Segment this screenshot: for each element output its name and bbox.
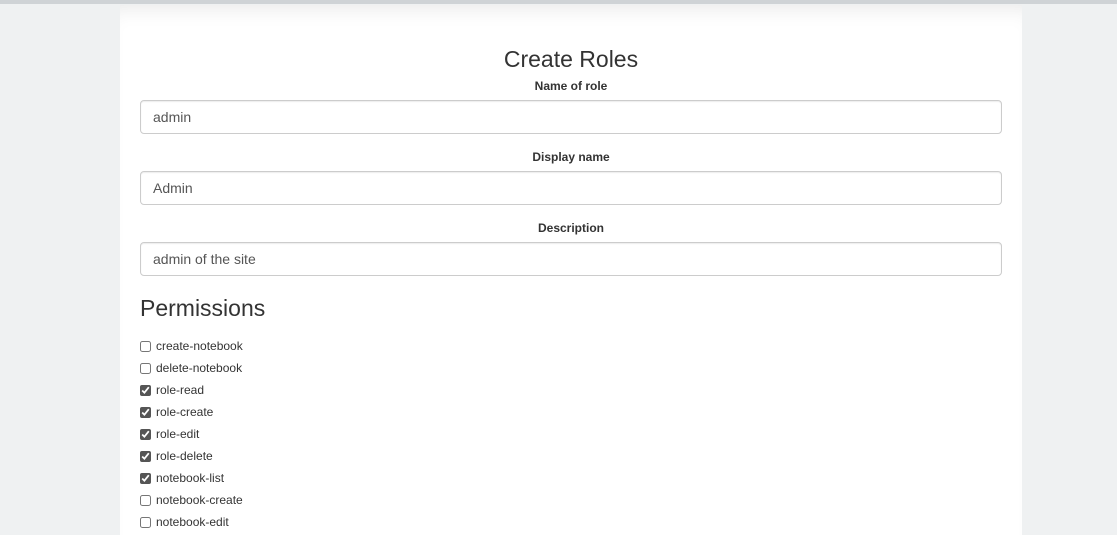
permissions-list: create-notebook delete-notebook role-read r… xyxy=(140,335,243,533)
permission-checkbox[interactable] xyxy=(140,494,151,506)
permission-checkbox[interactable] xyxy=(140,428,151,440)
permissions-heading: Permissions xyxy=(140,295,266,321)
permission-item-notebook-create[interactable]: notebook-create xyxy=(140,489,243,511)
permission-label: role-create xyxy=(156,405,214,419)
display-name-label: Display name xyxy=(532,150,610,164)
permission-label: create-notebook xyxy=(156,339,243,353)
permission-checkbox[interactable] xyxy=(140,516,151,528)
permission-checkbox[interactable] xyxy=(140,472,151,484)
description-input[interactable] xyxy=(140,242,1002,276)
permission-label: delete-notebook xyxy=(156,361,243,375)
permission-item-role-create[interactable]: role-create xyxy=(140,401,243,423)
permission-label: notebook-list xyxy=(156,471,225,485)
permission-label: notebook-create xyxy=(156,493,243,507)
permission-label: role-edit xyxy=(156,427,200,441)
permission-item-role-read[interactable]: role-read xyxy=(140,379,243,401)
permission-checkbox[interactable] xyxy=(140,340,151,352)
page-title: Create Roles xyxy=(503,46,639,72)
permission-item-role-edit[interactable]: role-edit xyxy=(140,423,243,445)
permission-item-create-notebook[interactable]: create-notebook xyxy=(140,335,243,357)
name-of-role-input[interactable] xyxy=(140,100,1002,134)
permission-item-delete-notebook[interactable]: delete-notebook xyxy=(140,357,243,379)
permission-checkbox[interactable] xyxy=(140,384,151,396)
permission-label: role-read xyxy=(156,383,205,397)
create-role-form: Create Roles Name of role Display name D… xyxy=(120,5,1022,535)
display-name-input[interactable] xyxy=(140,171,1002,205)
name-of-role-label: Name of role xyxy=(534,79,608,93)
description-label: Description xyxy=(537,221,604,235)
permission-checkbox[interactable] xyxy=(140,362,151,374)
permission-item-role-delete[interactable]: role-delete xyxy=(140,445,243,467)
permission-checkbox[interactable] xyxy=(140,406,151,418)
browser-top-border xyxy=(0,0,1117,4)
permission-label: notebook-edit xyxy=(156,515,229,529)
permission-item-notebook-list[interactable]: notebook-list xyxy=(140,467,243,489)
permission-label: role-delete xyxy=(156,449,213,463)
permission-checkbox[interactable] xyxy=(140,450,151,462)
